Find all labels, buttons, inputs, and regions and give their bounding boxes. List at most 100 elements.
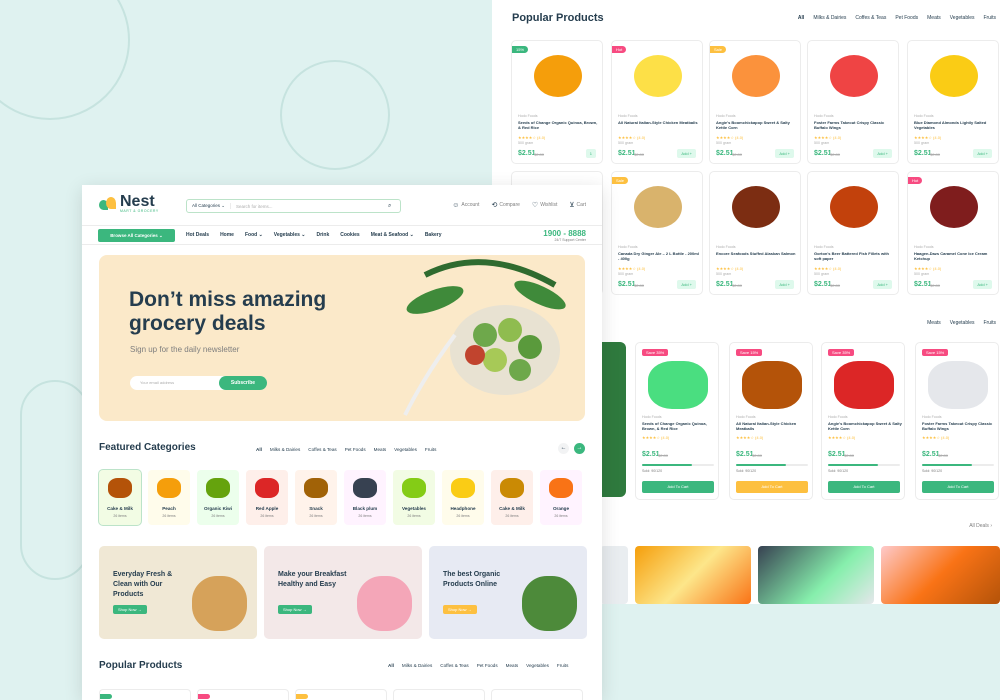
category-card[interactable]: Orange 26 items (540, 470, 582, 525)
tab-vegetables[interactable]: Vegetables (394, 447, 417, 452)
add-button[interactable]: Add + (775, 280, 794, 289)
tab-meats[interactable]: Meats (506, 663, 519, 668)
search-category-select[interactable]: All Categories ⌄ (187, 203, 232, 209)
nav-link-bakery[interactable]: Bakery (425, 232, 442, 238)
add-button[interactable]: Add + (677, 280, 696, 289)
product-card[interactable]: Hot Hodo Foods All Natural Italian-Style C… (611, 40, 703, 164)
product-card[interactable] (393, 689, 485, 700)
compare-link[interactable]: ⟲ Compare (491, 201, 519, 209)
product-card[interactable]: Hodo Foods Blue Diamond Almonds Lightly S… (907, 40, 999, 164)
category-card[interactable]: Cake & Milk 26 items (99, 470, 141, 525)
product-card[interactable]: 15% Hodo Foods Seeds of Change Organic Qui… (511, 40, 603, 164)
tab-milks-dairies[interactable]: Milks & Dairies (270, 447, 300, 452)
product-card[interactable] (491, 689, 583, 700)
category-card[interactable]: Snack 26 items (295, 470, 337, 525)
search-bar[interactable]: All Categories ⌄ Search for items... ⌕ (186, 199, 401, 213)
category-card[interactable]: Black plum 26 items (344, 470, 386, 525)
nav-link-food[interactable]: Food ⌄ (245, 232, 263, 238)
product-card[interactable]: Hot Hodo Foods Haagen-Dazs Caramel Cone Ic… (907, 171, 999, 295)
product-card[interactable]: Hodo Foods Foster Farms Takeout Crispy Cl… (807, 40, 899, 164)
tab-meats[interactable]: Meats (374, 447, 387, 452)
category-card[interactable]: Red Apple 26 items (246, 470, 288, 525)
shop-now-button[interactable]: Shop Now → (113, 605, 147, 614)
product-category: Hodo Foods (518, 114, 538, 118)
add-to-cart-button[interactable]: Add To Cart (736, 481, 808, 493)
tab-vegetables[interactable]: Vegetables (950, 320, 975, 326)
logo-icon (99, 196, 117, 212)
add-to-cart-button[interactable]: Add To Cart (828, 481, 900, 493)
deal-rating: ★★★★☆ (4.0) (642, 435, 670, 440)
add-button[interactable]: Add + (973, 149, 992, 158)
arrow-right-icon[interactable]: → (574, 443, 585, 454)
deal-card[interactable]: Save 35% Hodo Foods Seeds of Change Organi… (635, 342, 719, 500)
add-button[interactable]: Add + (775, 149, 794, 158)
tab-vegetables[interactable]: Vegetables (526, 663, 549, 668)
search-icon[interactable]: ⌕ (388, 203, 400, 210)
search-input[interactable]: Search for items... (231, 204, 388, 209)
tab-fruits[interactable]: Fruits (557, 663, 568, 668)
tab-all[interactable]: All (798, 15, 804, 21)
logo[interactable]: Nest MART & GROCERY (99, 194, 159, 213)
tab-coffes-teas[interactable]: Coffes & Teas (855, 15, 886, 21)
category-card[interactable]: Organic Kiwi 26 items (197, 470, 239, 525)
all-deals-link[interactable]: All Deals › (969, 523, 992, 529)
category-count: 26 items (260, 514, 274, 518)
shop-now-button[interactable]: Shop Now → (443, 605, 477, 614)
promo-banner: The best Organic Products Online Shop Now… (429, 546, 587, 639)
category-card[interactable]: Cake & Milk 26 items (491, 470, 533, 525)
category-image (108, 478, 132, 498)
product-card[interactable] (295, 689, 387, 700)
tab-milks-dairies[interactable]: Milks & Dairies (402, 663, 432, 668)
nav-link-drink[interactable]: Drink (316, 232, 329, 238)
add-to-cart-button[interactable]: Add To Cart (922, 481, 994, 493)
tab-fruits[interactable]: Fruits (984, 15, 997, 21)
tab-meats[interactable]: Meats (927, 320, 941, 326)
category-card[interactable]: Headphone 26 items (442, 470, 484, 525)
add-to-cart-button[interactable]: Add To Cart (642, 481, 714, 493)
category-card[interactable]: Peach 26 items (148, 470, 190, 525)
promo-image (357, 576, 412, 631)
category-card[interactable]: Vegetables 26 items (393, 470, 435, 525)
nav-link-meat-seafood[interactable]: Meat & Seafood ⌄ (371, 232, 414, 238)
tab-all[interactable]: All (256, 447, 262, 452)
add-button[interactable]: Add + (973, 280, 992, 289)
tab-coffes-teas[interactable]: Coffes & Teas (308, 447, 336, 452)
nav-link-cookies[interactable]: Cookies (340, 232, 359, 238)
product-card[interactable]: Hodo Foods Encore Seafoods Stuffed Alaska… (709, 171, 801, 295)
product-card[interactable] (197, 689, 289, 700)
tab-pet-foods[interactable]: Pet Foods (345, 447, 366, 452)
deal-name: Angie's Boomchickapop Sweet & Salty Kett… (828, 421, 902, 431)
browse-categories-button[interactable]: Browse All Categories ⌄ (98, 229, 175, 242)
account-link[interactable]: ☺ Account (452, 202, 479, 209)
nav-link-hot-deals[interactable]: Hot Deals (186, 232, 209, 238)
tab-meats[interactable]: Meats (927, 15, 941, 21)
product-card[interactable]: Hodo Foods Gorton's Beer Battered Fish Fi… (807, 171, 899, 295)
tab-all[interactable]: All (388, 663, 394, 668)
tab-pet-foods[interactable]: Pet Foods (895, 15, 918, 21)
product-card[interactable]: Sale Hodo Foods Canada Dry Ginger Ale – 2 … (611, 171, 703, 295)
add-button[interactable]: Add + (677, 149, 696, 158)
wishlist-link[interactable]: ♡ Wishlist (532, 201, 558, 209)
product-card[interactable]: Sale Hodo Foods Angie's Boomchickapop Swee… (709, 40, 801, 164)
tab-vegetables[interactable]: Vegetables (950, 15, 975, 21)
deal-card[interactable]: Save 15% Hodo Foods All Natural Italian-St… (729, 342, 813, 500)
tab-pet-foods[interactable]: Pet Foods (477, 663, 498, 668)
tab-fruits[interactable]: Fruits (984, 320, 997, 326)
deal-card[interactable]: Save 35% Hodo Foods Angie's Boomchickapop … (821, 342, 905, 500)
tab-fruits[interactable]: Fruits (425, 447, 436, 452)
subscribe-button[interactable]: Subscribe (219, 376, 267, 390)
nav-link-home[interactable]: Home (220, 232, 234, 238)
tab-milks-dairies[interactable]: Milks & Dairies (813, 15, 846, 21)
arrow-left-icon[interactable]: ← (558, 443, 569, 454)
product-badge: Hot (908, 177, 923, 184)
cart-link[interactable]: ⊻ Cart (569, 201, 586, 209)
shop-now-button[interactable]: Shop Now → (278, 605, 312, 614)
product-price: $2.51 (914, 281, 932, 288)
add-button[interactable]: Add + (873, 280, 892, 289)
deal-card[interactable]: Save 15% Hodo Foods Foster Farms Takeout C… (915, 342, 999, 500)
nav-link-vegetables[interactable]: Vegetables ⌄ (274, 232, 306, 238)
add-button[interactable]: 1 (585, 149, 596, 158)
add-button[interactable]: Add + (873, 149, 892, 158)
product-card[interactable] (99, 689, 191, 700)
tab-coffes-teas[interactable]: Coffes & Teas (440, 663, 468, 668)
